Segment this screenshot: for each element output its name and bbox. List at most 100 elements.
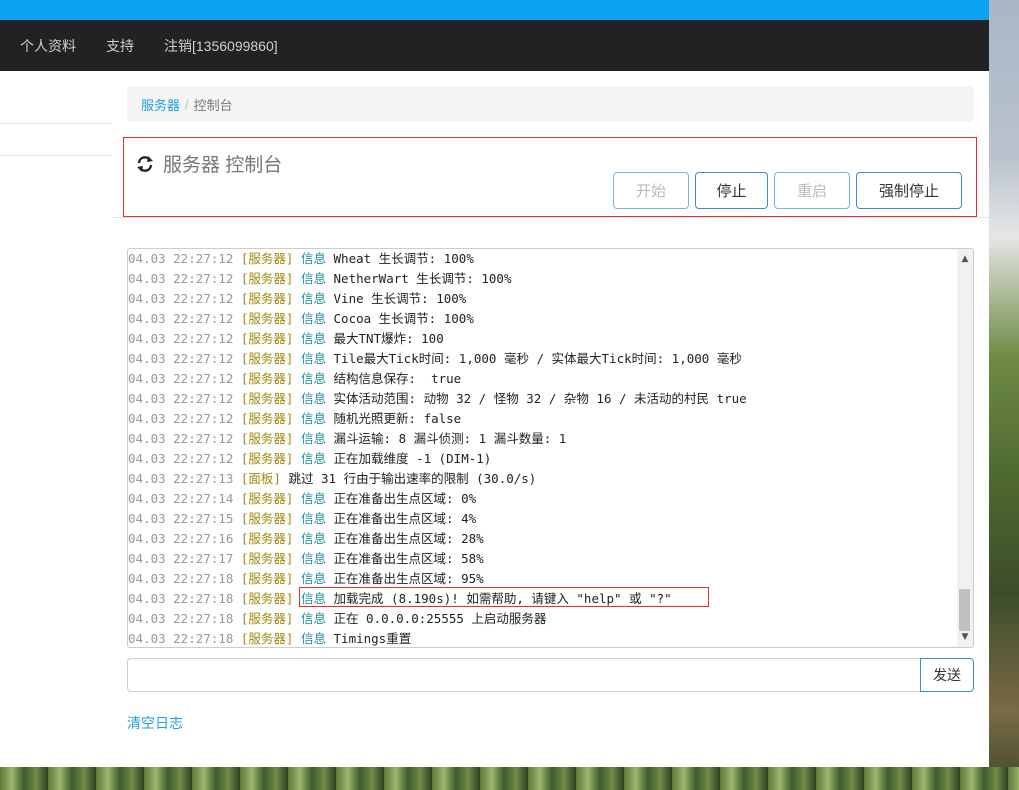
console-line-level: 信息	[300, 371, 326, 386]
console-line-level: 信息	[300, 431, 326, 446]
console-line: 04.03 22:27:12 [服务器] 信息 漏斗运输: 8 漏斗侦测: 1 …	[128, 429, 957, 449]
console-line-timestamp: 04.03 22:27:12	[128, 311, 234, 326]
top-accent-bar	[0, 0, 989, 20]
sidebar-divider	[0, 123, 112, 124]
console-line-timestamp: 04.03 22:27:18	[128, 611, 234, 626]
console-line-message: 漏斗运输: 8 漏斗侦测: 1 漏斗数量: 1	[333, 431, 567, 446]
stop-button[interactable]: 停止	[695, 172, 768, 209]
console-line-source: [服务器]	[240, 431, 294, 446]
console-line-source: [服务器]	[240, 591, 294, 606]
page-title-group: 服务器 控制台	[136, 150, 282, 177]
page-title: 服务器 控制台	[163, 155, 283, 176]
console-line-timestamp: 04.03 22:27:15	[128, 511, 234, 526]
console-line: 04.03 22:27:18 [服务器] 信息 正在准备出生点区域: 95%	[128, 569, 957, 589]
console-line-timestamp: 04.03 22:27:12	[128, 331, 234, 346]
console-line-level: 信息	[300, 451, 326, 466]
console-line-message: Timings重置	[333, 631, 412, 646]
console-line-timestamp: 04.03 22:27:16	[128, 531, 234, 546]
scroll-down-arrow-icon[interactable]: ▼	[957, 629, 973, 645]
console-line-message: Cocoa 生长调节: 100%	[333, 311, 474, 326]
console-line: 04.03 22:27:12 [服务器] 信息 Wheat 生长调节: 100%	[128, 249, 957, 269]
console-line: 04.03 22:27:12 [服务器] 信息 NetherWart 生长调节:…	[128, 269, 957, 289]
console-line-message: 结构信息保存: true	[333, 371, 462, 386]
console-line-source: [服务器]	[240, 551, 294, 566]
console-line-timestamp: 04.03 22:27:12	[128, 251, 234, 266]
nav-item-profile[interactable]: 个人资料	[20, 36, 76, 56]
console-line-message: 最大TNT爆炸: 100	[333, 331, 444, 346]
console-line-source: [服务器]	[240, 491, 294, 506]
console-line-message: Tile最大Tick时间: 1,000 毫秒 / 实体最大Tick时间: 1,0…	[333, 351, 742, 366]
console-line-message: 正在 0.0.0.0:25555 上启动服务器	[333, 611, 547, 626]
console-line-message: NetherWart 生长调节: 100%	[333, 271, 512, 286]
console-line-timestamp: 04.03 22:27:12	[128, 271, 234, 286]
console-line-level: 信息	[300, 311, 326, 326]
console-line-timestamp: 04.03 22:27:12	[128, 431, 234, 446]
console-line-message: 正在加载维度 -1 (DIM-1)	[333, 451, 492, 466]
console-line-source: [服务器]	[240, 371, 294, 386]
force-stop-button[interactable]: 强制停止	[856, 172, 962, 209]
console-scrollbar[interactable]: ▲ ▼	[957, 249, 973, 647]
console-line: 04.03 22:27:18 [服务器] 信息 Timings重置	[128, 629, 957, 647]
console-line-level: 信息	[300, 611, 326, 626]
console-line: 04.03 22:27:18 [服务器] 信息 正在 0.0.0.0:25555…	[128, 609, 957, 629]
nav-item-support[interactable]: 支持	[106, 36, 134, 56]
console-line-level: 信息	[300, 491, 326, 506]
console-line-timestamp: 04.03 22:27:17	[128, 551, 234, 566]
breadcrumb-link-server[interactable]: 服务器	[141, 95, 180, 114]
console-line-source: [服务器]	[240, 311, 294, 326]
console-line-source: [服务器]	[240, 331, 294, 346]
console-line-timestamp: 04.03 22:27:12	[128, 391, 234, 406]
console-line-message: 正在准备出生点区域: 0%	[333, 491, 477, 506]
console-line-source: [服务器]	[240, 271, 294, 286]
console-line-level: 信息	[300, 571, 326, 586]
console-log[interactable]: 04.03 22:27:12 [服务器] 信息 Wheat 生长调节: 100%…	[127, 248, 974, 648]
console-line-message: 正在准备出生点区域: 95%	[333, 571, 484, 586]
sidebar-divider	[0, 155, 112, 156]
console-line-level: 信息	[300, 251, 326, 266]
send-button[interactable]: 发送	[920, 658, 974, 692]
refresh-icon[interactable]	[136, 155, 154, 173]
scroll-thumb[interactable]	[959, 589, 970, 631]
highlight-box	[299, 587, 709, 607]
console-line-source: [服务器]	[240, 631, 294, 646]
console-line-source: [服务器]	[240, 571, 294, 586]
start-button[interactable]: 开始	[613, 172, 689, 209]
breadcrumb-separator: /	[185, 96, 189, 112]
console-line-timestamp: 04.03 22:27:12	[128, 451, 234, 466]
console-line-level: 信息	[300, 411, 326, 426]
breadcrumb-current: 控制台	[193, 97, 233, 113]
console-line-source: [服务器]	[240, 451, 294, 466]
console-line-level: 信息	[300, 291, 326, 306]
console-line-level: 信息	[300, 551, 326, 566]
console-line-message: 实体活动范围: 动物 32 / 怪物 32 / 杂物 16 / 未活动的村民 t…	[333, 391, 747, 406]
console-line-source: [服务器]	[240, 531, 294, 546]
console-line-level: 信息	[300, 531, 326, 546]
console-line-timestamp: 04.03 22:27:18	[128, 571, 234, 586]
main-panel: 服务器 / 控制台 服务器 控制台 开始 停止 重启 强制停止 04.03 22…	[112, 71, 989, 767]
scroll-up-arrow-icon[interactable]: ▲	[957, 251, 973, 267]
top-navbar: 个人资料 支持 注销[1356099860]	[0, 20, 989, 71]
sidebar	[0, 71, 112, 767]
console-line-level: 信息	[300, 351, 326, 366]
breadcrumb: 服务器 / 控制台	[127, 86, 974, 122]
console-line-level: 信息	[300, 631, 326, 646]
console-line: 04.03 22:27:12 [服务器] 信息 最大TNT爆炸: 100	[128, 329, 957, 349]
console-line-source: [服务器]	[240, 351, 294, 366]
command-input[interactable]	[127, 658, 921, 692]
console-line-source: [服务器]	[240, 511, 294, 526]
console-line-timestamp: 04.03 22:27:18	[128, 631, 234, 646]
restart-button[interactable]: 重启	[774, 172, 850, 209]
console-line-timestamp: 04.03 22:27:12	[128, 371, 234, 386]
console-line-timestamp: 04.03 22:27:13	[128, 471, 234, 486]
console-line-message: 正在准备出生点区域: 58%	[333, 551, 484, 566]
nav-item-logout[interactable]: 注销[1356099860]	[164, 36, 278, 56]
console-header: 服务器 控制台 开始 停止 重启 强制停止	[123, 137, 977, 217]
background-scene-bottom	[0, 767, 1019, 790]
console-line-timestamp: 04.03 22:27:18	[128, 591, 234, 606]
console-line: 04.03 22:27:12 [服务器] 信息 结构信息保存: true	[128, 369, 957, 389]
console-line: 04.03 22:27:12 [服务器] 信息 实体活动范围: 动物 32 / …	[128, 389, 957, 409]
console-line-level: 信息	[300, 391, 326, 406]
console-line-source: [服务器]	[240, 391, 294, 406]
console-line-timestamp: 04.03 22:27:12	[128, 411, 234, 426]
clear-log-link[interactable]: 清空日志	[127, 713, 183, 733]
